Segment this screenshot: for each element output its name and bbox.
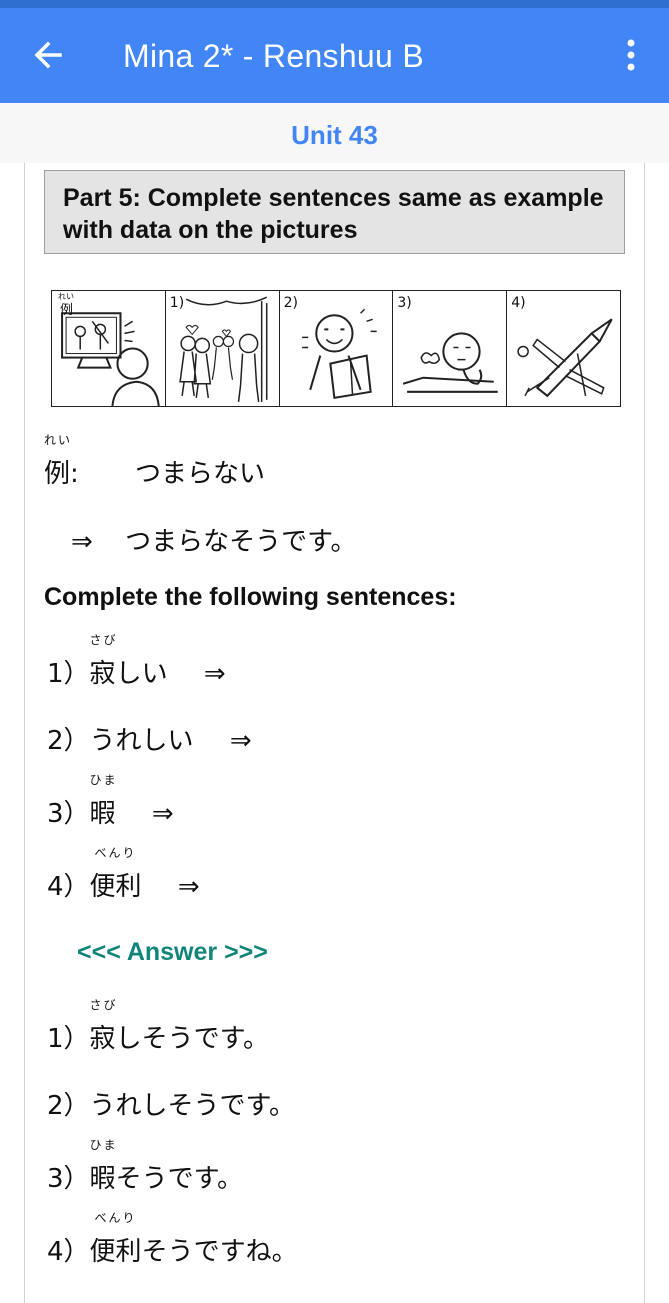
answer-item: 4） べんり 便利そうですね。 bbox=[47, 1211, 298, 1268]
kanji: 暇 bbox=[89, 799, 116, 829]
furigana: べんり bbox=[94, 846, 137, 860]
content-card: Part 5: Complete sentences same as examp… bbox=[24, 163, 645, 1303]
status-bar bbox=[0, 0, 669, 8]
example-prompt-row: れい 例 : つまらない bbox=[44, 433, 266, 490]
ruby: ひま暇 bbox=[89, 1138, 116, 1195]
answer-item: 1） さび 寂しそうです。 bbox=[47, 998, 269, 1055]
picture-2: 2) bbox=[280, 291, 394, 406]
unit-header: Unit 43 bbox=[0, 103, 669, 163]
arrow-text: ⇒ bbox=[177, 872, 200, 902]
unit-title: Unit 43 bbox=[291, 120, 378, 150]
picture-4: 4) bbox=[507, 291, 620, 406]
question-number: 3） bbox=[47, 799, 90, 829]
question-number: 4） bbox=[47, 872, 90, 902]
answer-text: そうです。 bbox=[115, 1164, 243, 1194]
question-text: うれしい bbox=[89, 726, 194, 756]
example-answer-row: ⇒ つまらなそうです。 bbox=[71, 521, 356, 558]
arrow-left-icon bbox=[34, 41, 62, 69]
answer-item: 3） ひま 暇そうです。 bbox=[47, 1138, 243, 1195]
picture-label: 2) bbox=[283, 295, 298, 311]
example-answer: つまらなそうです。 bbox=[125, 527, 357, 557]
page-title: Mina 2* - Renshuu B bbox=[123, 38, 424, 74]
back-button[interactable] bbox=[26, 33, 70, 77]
answer-toggle-link[interactable]: <<< Answer >>> bbox=[77, 938, 268, 967]
arrow-text: ⇒ bbox=[71, 527, 93, 557]
picture-1: 1) bbox=[166, 291, 280, 406]
answer-text: そうですね。 bbox=[141, 1237, 298, 1267]
kanji: 便利 bbox=[89, 1237, 142, 1267]
furigana: さび bbox=[89, 998, 118, 1012]
ruby: ひま暇 bbox=[89, 773, 116, 830]
question-item: 1） さび 寂しい ⇒ bbox=[47, 633, 226, 690]
furigana: ひま bbox=[89, 1138, 118, 1152]
kanji: 寂 bbox=[89, 659, 116, 689]
furigana: ひま bbox=[89, 773, 118, 787]
kanji: 暇 bbox=[89, 1164, 116, 1194]
question-item: 4） べんり 便利 ⇒ bbox=[47, 846, 200, 903]
kanji: 寂 bbox=[89, 1024, 116, 1054]
part-heading: Part 5: Complete sentences same as examp… bbox=[44, 170, 625, 254]
question-number: 2） bbox=[47, 726, 90, 756]
arrow-text: ⇒ bbox=[203, 659, 226, 689]
answer-number: 4） bbox=[47, 1237, 90, 1267]
arrow-text: ⇒ bbox=[229, 726, 252, 756]
furigana: べんり bbox=[94, 1211, 137, 1225]
overflow-menu-button[interactable] bbox=[614, 36, 648, 76]
furigana: さび bbox=[89, 633, 118, 647]
question-item: 2）うれしい ⇒ bbox=[47, 720, 252, 757]
ruby: さび寂 bbox=[89, 633, 116, 690]
ruby: さび寂 bbox=[89, 998, 116, 1055]
example-label: れい 例 bbox=[44, 433, 71, 490]
kanji: 便利 bbox=[89, 872, 142, 902]
arrow-text: ⇒ bbox=[151, 799, 174, 829]
ruby: べんり 便利 bbox=[89, 1211, 142, 1268]
answer-number: 3） bbox=[47, 1164, 90, 1194]
kanji: 例 bbox=[44, 459, 71, 489]
question-item: 3） ひま暇 ⇒ bbox=[47, 773, 174, 830]
question-number: 1） bbox=[47, 659, 90, 689]
colon: : bbox=[70, 459, 79, 489]
picture-strip: 例 れい 1) 2) 3) 4) bbox=[51, 290, 621, 407]
answer-text: しそうです。 bbox=[115, 1024, 269, 1054]
furigana: れい bbox=[44, 433, 73, 447]
answer-number: 2） bbox=[47, 1091, 90, 1121]
more-vertical-icon bbox=[627, 39, 635, 71]
picture-label: 4) bbox=[511, 295, 526, 311]
answer-number: 1） bbox=[47, 1024, 90, 1054]
example-prompt: つまらない bbox=[135, 459, 266, 489]
picture-label: 3) bbox=[397, 295, 412, 311]
picture-label: 1) bbox=[169, 295, 185, 311]
answer-item: 2）うれしそうです。 bbox=[47, 1085, 295, 1122]
ruby: べんり 便利 bbox=[89, 846, 142, 903]
question-text: しい bbox=[115, 659, 168, 689]
picture-furigana: れい bbox=[58, 292, 74, 301]
picture-example: 例 れい bbox=[52, 291, 166, 406]
instruction-text: Complete the following sentences: bbox=[44, 583, 457, 611]
answer-text: うれしそうです。 bbox=[89, 1091, 295, 1121]
app-bar: Mina 2* - Renshuu B bbox=[0, 8, 669, 103]
picture-3: 3) bbox=[393, 291, 508, 406]
